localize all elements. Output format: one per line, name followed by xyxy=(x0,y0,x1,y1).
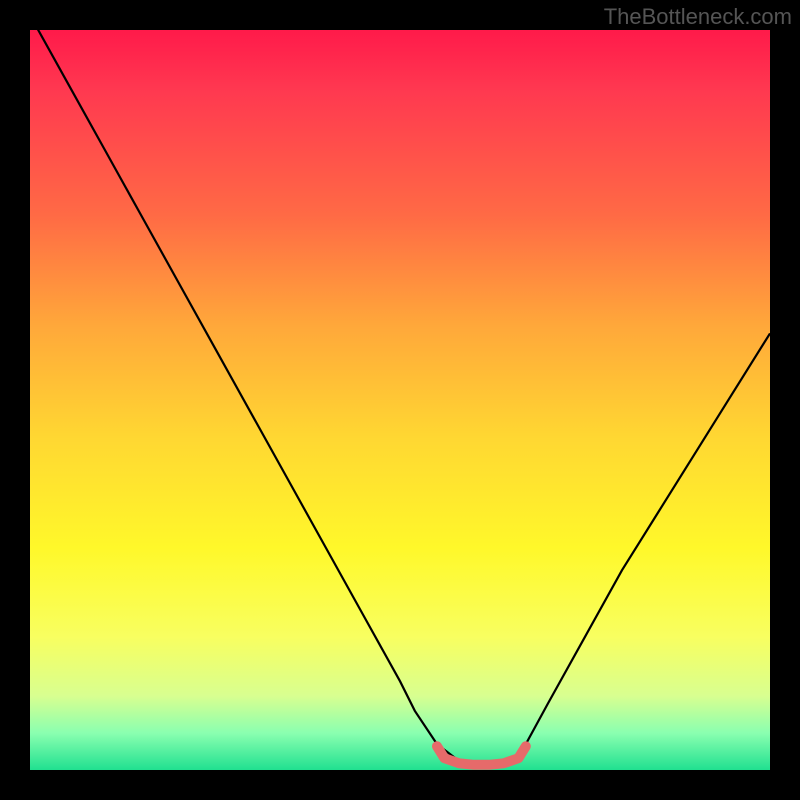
bottleneck-curve xyxy=(30,30,770,764)
attribution-label: TheBottleneck.com xyxy=(604,4,792,30)
optimal-zone-marker xyxy=(437,746,526,765)
chart-svg xyxy=(30,30,770,770)
plot-area xyxy=(30,30,770,770)
